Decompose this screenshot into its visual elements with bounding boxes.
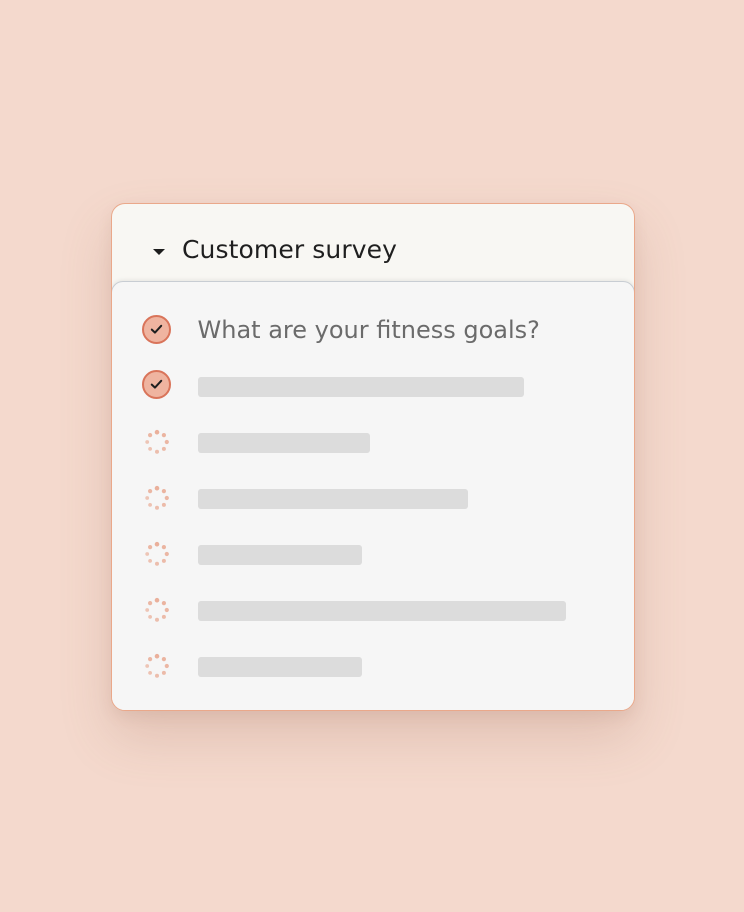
spinner-icon xyxy=(144,597,169,622)
placeholder-bar xyxy=(197,601,566,621)
survey-header[interactable]: Customer survey xyxy=(112,204,634,282)
list-item[interactable] xyxy=(112,536,634,572)
survey-card: Customer survey What are your fitness go… xyxy=(111,203,635,711)
caret-down-icon[interactable] xyxy=(153,249,165,255)
placeholder-bar xyxy=(197,545,362,565)
list-item[interactable] xyxy=(112,480,634,516)
placeholder-bar xyxy=(197,657,362,677)
placeholder-bar xyxy=(197,489,468,509)
placeholder-bar xyxy=(197,377,524,397)
placeholder-bar xyxy=(197,433,370,453)
check-circle-icon[interactable] xyxy=(141,370,171,399)
spinner-icon xyxy=(144,653,169,678)
list-item[interactable] xyxy=(112,424,634,460)
spinner-icon xyxy=(144,429,169,454)
list-item[interactable] xyxy=(112,592,634,628)
spinner-icon xyxy=(144,485,169,510)
check-circle-icon[interactable] xyxy=(141,315,171,344)
list-item[interactable] xyxy=(112,368,634,404)
list-item[interactable] xyxy=(112,648,634,684)
survey-title[interactable]: Customer survey xyxy=(182,234,397,266)
question-list: What are your fitness goals? xyxy=(112,281,634,710)
list-item[interactable]: What are your fitness goals? xyxy=(112,313,634,349)
spinner-icon xyxy=(144,541,169,566)
question-text: What are your fitness goals? xyxy=(197,316,540,344)
